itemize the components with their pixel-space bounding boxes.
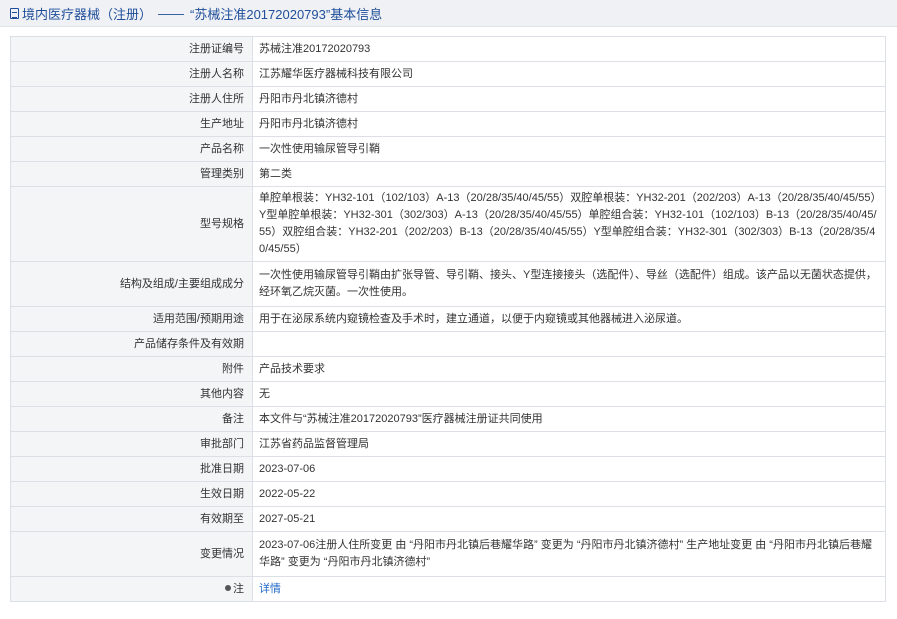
row-label: 生产地址 xyxy=(10,111,253,137)
breadcrumb-section[interactable]: 境内医疗器械（注册） xyxy=(22,4,152,23)
row-value: 丹阳市丹北镇济德村 xyxy=(252,86,886,112)
info-table: 注册证编号 苏械注准20172020793 注册人名称 江苏耀华医疗器械科技有限… xyxy=(10,36,886,602)
row-label: 附件 xyxy=(10,356,253,382)
table-row-remark: 备注 本文件与“苏械注准20172020793”医疗器械注册证共同使用 xyxy=(10,406,886,432)
row-value: 2022-05-22 xyxy=(252,481,886,507)
breadcrumb: 境内医疗器械（注册） —— “苏械注准20172020793”基本信息 xyxy=(0,0,897,27)
table-row-production-address: 生产地址 丹阳市丹北镇济德村 xyxy=(10,111,886,137)
table-row-registrant-name: 注册人名称 江苏耀华医疗器械科技有限公司 xyxy=(10,61,886,87)
row-value: 本文件与“苏械注准20172020793”医疗器械注册证共同使用 xyxy=(252,406,886,432)
row-value: 丹阳市丹北镇济德村 xyxy=(252,111,886,137)
row-value: 2023-07-06 xyxy=(252,456,886,482)
table-row-attachment: 附件 产品技术要求 xyxy=(10,356,886,382)
row-value: 详情 xyxy=(252,576,886,602)
row-label-note: 注 xyxy=(10,576,253,602)
row-value: 江苏耀华医疗器械科技有限公司 xyxy=(252,61,886,87)
row-value: 一次性使用输尿管导引鞘由扩张导管、导引鞘、接头、Y型连接接头（选配件）、导丝（选… xyxy=(252,261,886,307)
table-row-other: 其他内容 无 xyxy=(10,381,886,407)
row-value: 苏械注准20172020793 xyxy=(252,36,886,62)
table-row-intended-use: 适用范围/预期用途 用于在泌尿系统内窥镜检查及手术时，建立通道，以便于内窥镜或其… xyxy=(10,306,886,332)
details-link[interactable]: 详情 xyxy=(259,583,281,595)
row-label: 产品储存条件及有效期 xyxy=(10,331,253,357)
page-title: “苏械注准20172020793”基本信息 xyxy=(190,6,383,22)
row-value: 2023-07-06注册人住所变更 由 “丹阳市丹北镇后巷耀华路” 变更为 “丹… xyxy=(252,531,886,577)
row-label: 注册证编号 xyxy=(10,36,253,62)
row-label: 批准日期 xyxy=(10,456,253,482)
row-label: 其他内容 xyxy=(10,381,253,407)
row-value: 一次性使用输尿管导引鞘 xyxy=(252,136,886,162)
row-label: 产品名称 xyxy=(10,136,253,162)
row-value: 无 xyxy=(252,381,886,407)
row-value: 2027-05-21 xyxy=(252,506,886,532)
row-label: 适用范围/预期用途 xyxy=(10,306,253,332)
row-value xyxy=(252,331,886,357)
breadcrumb-separator: —— xyxy=(158,5,185,21)
table-row-effective-date: 生效日期 2022-05-22 xyxy=(10,481,886,507)
table-row-approval-date: 批准日期 2023-07-06 xyxy=(10,456,886,482)
row-value: 江苏省药品监督管理局 xyxy=(252,431,886,457)
table-row-registrant-address: 注册人住所 丹阳市丹北镇济德村 xyxy=(10,86,886,112)
row-label: 备注 xyxy=(10,406,253,432)
table-row-changes: 变更情况 2023-07-06注册人住所变更 由 “丹阳市丹北镇后巷耀华路” 变… xyxy=(10,531,886,577)
row-label: 注册人住所 xyxy=(10,86,253,112)
table-row-note: 注 详情 xyxy=(10,576,886,602)
table-row-structure: 结构及组成/主要组成成分 一次性使用输尿管导引鞘由扩张导管、导引鞘、接头、Y型连… xyxy=(10,261,886,307)
row-label: 变更情况 xyxy=(10,531,253,577)
row-label: 结构及组成/主要组成成分 xyxy=(10,261,253,307)
table-row-registration-number: 注册证编号 苏械注准20172020793 xyxy=(10,36,886,62)
table-row-model-spec: 型号规格 单腔单根装：YH32-101（102/103）A-13（20/28/3… xyxy=(10,186,886,262)
row-label: 管理类别 xyxy=(10,161,253,187)
row-label: 审批部门 xyxy=(10,431,253,457)
table-row-management-class: 管理类别 第二类 xyxy=(10,161,886,187)
table-row-storage: 产品储存条件及有效期 xyxy=(10,331,886,357)
table-row-product-name: 产品名称 一次性使用输尿管导引鞘 xyxy=(10,136,886,162)
row-label: 有效期至 xyxy=(10,506,253,532)
note-label: 注 xyxy=(233,582,244,595)
document-icon xyxy=(10,7,19,19)
row-value: 单腔单根装：YH32-101（102/103）A-13（20/28/35/40/… xyxy=(252,186,886,262)
row-value: 产品技术要求 xyxy=(252,356,886,382)
pin-icon xyxy=(225,584,231,591)
row-value: 第二类 xyxy=(252,161,886,187)
row-value: 用于在泌尿系统内窥镜检查及手术时，建立通道，以便于内窥镜或其他器械进入泌尿道。 xyxy=(252,306,886,332)
table-row-approval-dept: 审批部门 江苏省药品监督管理局 xyxy=(10,431,886,457)
row-label: 注册人名称 xyxy=(10,61,253,87)
table-row-expiry-date: 有效期至 2027-05-21 xyxy=(10,506,886,532)
row-label: 型号规格 xyxy=(10,186,253,262)
row-label: 生效日期 xyxy=(10,481,253,507)
